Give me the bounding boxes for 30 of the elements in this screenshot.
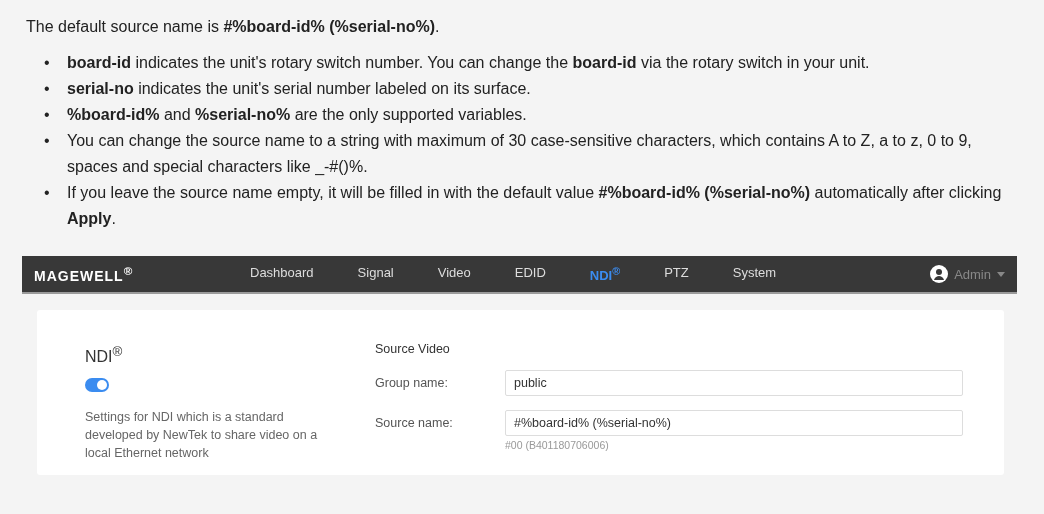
panel-title: NDI$^{®}$ xyxy=(85,344,124,367)
bullet-marker: • xyxy=(44,131,51,151)
panel-description: Settings for NDI which is a standard developed by NewTek to share video on a local Ethernet network xyxy=(85,409,319,463)
bullet-text: serial-no indicates the unit's serial number labeled on its surface. xyxy=(67,79,531,99)
nav-tab[interactable]: Signal xyxy=(335,264,416,284)
nav-tab[interactable]: NDI$^{®}$ xyxy=(567,264,643,284)
nav-tab[interactable]: System xyxy=(710,264,799,284)
bullet-text: board-id indicates the unit's rotary switch number. You can change the board-id via the rotary switch in your unit. xyxy=(67,53,870,73)
section-title: Source Video xyxy=(375,342,451,356)
field-hint: #00 (B401180706006) xyxy=(505,439,610,451)
user-icon[interactable] xyxy=(930,265,949,283)
nav-tab[interactable]: PTZ xyxy=(642,264,711,284)
input-field[interactable]: public xyxy=(505,370,963,396)
bullet-marker: • xyxy=(44,105,51,125)
intro-text: The default source name is #%board-id% (%serial-no%). xyxy=(26,17,441,37)
enable-toggle[interactable] xyxy=(85,378,109,393)
bullet-marker: • xyxy=(44,183,51,203)
nav-tab[interactable]: Dashboard xyxy=(224,264,336,284)
logo: MAGEWELL$^{®}$ xyxy=(34,264,135,284)
field-label: Group name: xyxy=(375,375,449,392)
bullet-text: You can change the source name to a string with maximum of 30 case-sensitive characters, which contains A to Z, a to z, 0 to 9, spaces and special characters like _-#()%. xyxy=(67,131,973,177)
nav-tab[interactable]: EDID xyxy=(492,264,568,284)
input-field[interactable]: #%board-id% (%serial-no%) xyxy=(505,410,963,436)
field-label: Source name: xyxy=(375,415,454,432)
bullet-marker: • xyxy=(44,53,51,73)
bullet-text: If you leave the source name empty, it will be filled in with the default value #%board-id% (%serial-no%) automatically after clicking Apply. xyxy=(67,183,1003,229)
caret-icon[interactable] xyxy=(997,271,1005,277)
bullet-text: %board-id% and %serial-no% are the only supported variables. xyxy=(67,105,527,125)
nav-tab[interactable]: Video xyxy=(415,264,493,284)
bullet-marker: • xyxy=(44,79,51,99)
